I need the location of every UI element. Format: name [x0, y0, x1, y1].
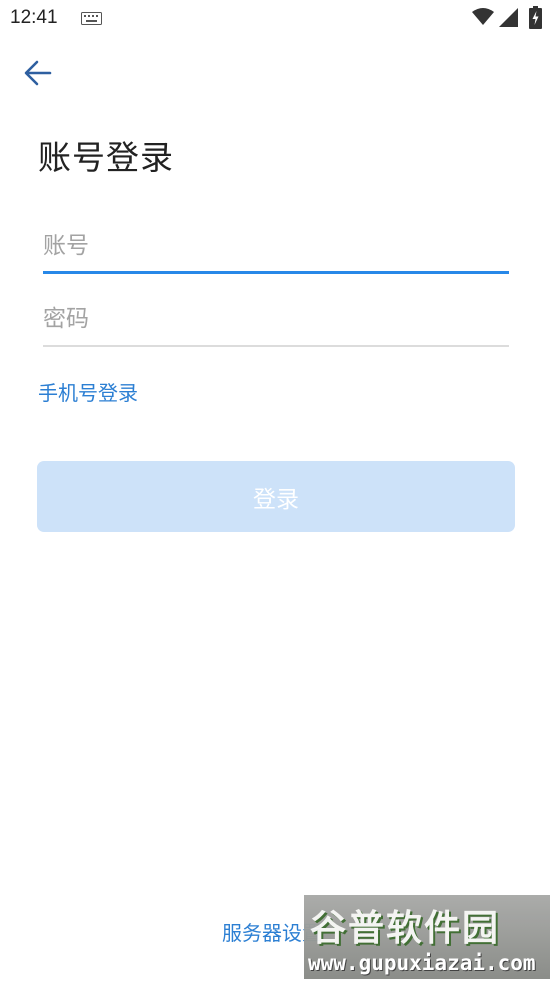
cellular-signal-icon	[499, 8, 518, 27]
back-button[interactable]	[18, 54, 58, 94]
status-bar: 12:41	[0, 0, 552, 38]
password-input[interactable]	[43, 297, 509, 341]
watermark-url: www.gupuxiazai.com	[308, 951, 536, 975]
password-field	[43, 297, 509, 347]
account-input-underline	[43, 271, 509, 274]
account-input[interactable]	[43, 224, 509, 268]
watermark-logo: 谷普软件园 www.gupuxiazai.com	[304, 895, 550, 979]
watermark-title: 谷普软件园	[310, 908, 501, 949]
account-field	[43, 224, 509, 274]
login-button[interactable]: 登录	[37, 461, 515, 532]
page-title: 账号登录	[38, 138, 174, 177]
status-time: 12:41	[10, 7, 58, 28]
keyboard-icon	[81, 12, 102, 25]
wifi-icon	[472, 8, 494, 25]
password-input-underline	[43, 345, 509, 347]
arrow-left-icon	[24, 60, 52, 86]
battery-charging-icon	[529, 6, 542, 29]
phone-login-link[interactable]: 手机号登录	[38, 377, 138, 406]
